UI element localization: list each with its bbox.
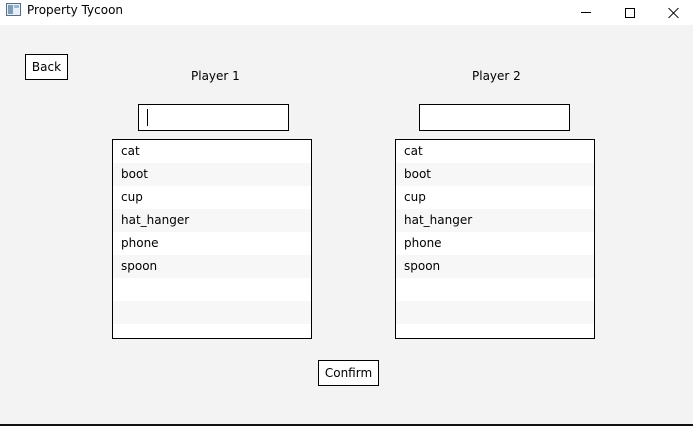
list-item[interactable]: cup — [113, 186, 311, 209]
list-item[interactable]: boot — [396, 163, 594, 186]
maximize-icon — [625, 7, 635, 18]
list-item[interactable]: hat_hanger — [396, 209, 594, 232]
empty-list-row — [396, 301, 594, 324]
empty-list-row — [113, 301, 311, 324]
list-item[interactable]: spoon — [113, 255, 311, 278]
list-item[interactable]: phone — [396, 232, 594, 255]
list-item[interactable]: spoon — [396, 255, 594, 278]
maximize-button[interactable] — [607, 0, 653, 25]
empty-list-row — [113, 278, 311, 301]
confirm-button[interactable]: Confirm — [318, 360, 379, 386]
list-item[interactable]: cat — [396, 140, 594, 163]
empty-list-row — [396, 278, 594, 301]
window-title: Property Tycoon — [27, 3, 124, 17]
minimize-icon — [581, 12, 591, 13]
list-item[interactable]: phone — [113, 232, 311, 255]
list-item[interactable]: cat — [113, 140, 311, 163]
minimize-button[interactable] — [563, 0, 609, 25]
close-button[interactable] — [651, 0, 693, 25]
player-1-name-input[interactable] — [138, 104, 289, 131]
list-item[interactable]: hat_hanger — [113, 209, 311, 232]
title-bar: Property Tycoon — [0, 0, 693, 25]
list-item[interactable]: cup — [396, 186, 594, 209]
app-window-icon — [6, 3, 21, 16]
text-caret — [147, 109, 148, 126]
back-button[interactable]: Back — [25, 54, 68, 80]
player-1-label: Player 1 — [191, 69, 240, 83]
close-icon — [668, 7, 680, 19]
list-item[interactable]: boot — [113, 163, 311, 186]
player-2-label: Player 2 — [472, 69, 521, 83]
player-1-token-list[interactable]: cat boot cup hat_hanger phone spoon — [112, 139, 312, 339]
player-2-name-input[interactable] — [419, 104, 570, 131]
player-2-token-list[interactable]: cat boot cup hat_hanger phone spoon — [395, 139, 595, 339]
